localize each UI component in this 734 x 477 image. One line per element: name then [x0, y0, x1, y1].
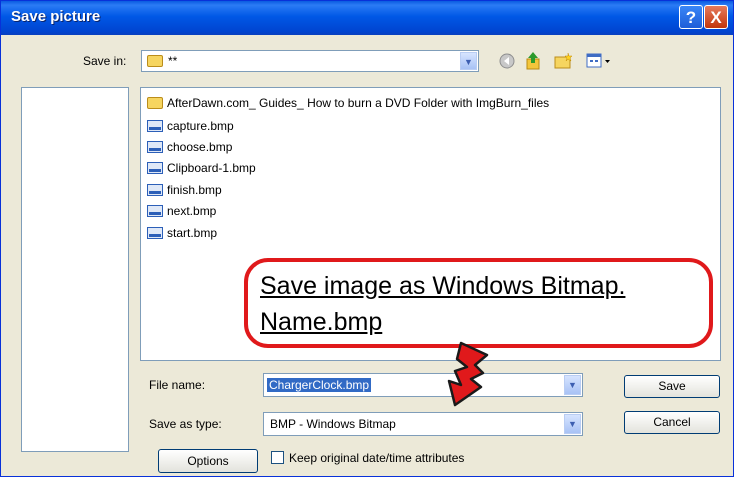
bmp-file-icon: [147, 205, 163, 217]
file-name: capture.bmp: [167, 119, 234, 133]
annotation-callout: Save image as Windows Bitmap. Name.bmp: [244, 258, 713, 348]
save-in-label: Save in:: [83, 54, 127, 68]
up-folder-icon[interactable]: [525, 51, 541, 71]
file-name-combo[interactable]: ChargerClock.bmp ▼: [263, 373, 583, 397]
list-item[interactable]: Clipboard-1.bmp: [147, 159, 256, 177]
file-name: AfterDawn.com_ Guides_ How to burn a DVD…: [167, 96, 550, 110]
bmp-file-icon: [147, 141, 163, 153]
folder-icon: [147, 97, 163, 109]
new-folder-icon[interactable]: [554, 52, 574, 70]
file-name: choose.bmp: [167, 140, 233, 154]
back-icon[interactable]: [499, 53, 515, 69]
file-name-dropdown-arrow[interactable]: ▼: [564, 375, 581, 395]
cancel-button[interactable]: Cancel: [624, 411, 720, 434]
bmp-file-icon: [147, 227, 163, 239]
annotation-line-2: Name.bmp: [260, 308, 383, 336]
save-in-combo[interactable]: ** ▼: [141, 50, 479, 72]
window-title: Save picture: [11, 8, 101, 25]
list-item[interactable]: AfterDawn.com_ Guides_ How to burn a DVD…: [147, 94, 549, 112]
list-item[interactable]: finish.bmp: [147, 181, 222, 199]
arrow-icon: [447, 341, 489, 407]
save-as-type-label: Save as type:: [149, 417, 222, 431]
file-name-input[interactable]: ChargerClock.bmp: [267, 378, 372, 392]
keep-attributes-checkbox[interactable]: [271, 451, 284, 464]
title-bar[interactable]: Save picture ? X: [1, 1, 733, 35]
list-item[interactable]: next.bmp: [147, 202, 216, 220]
view-menu-icon[interactable]: [586, 53, 612, 69]
close-button[interactable]: X: [704, 5, 728, 29]
list-item[interactable]: choose.bmp: [147, 138, 232, 156]
save-as-type-dropdown-arrow[interactable]: ▼: [564, 414, 581, 434]
bmp-file-icon: [147, 120, 163, 132]
folder-icon: [147, 55, 163, 67]
save-in-dropdown-arrow[interactable]: ▼: [460, 52, 477, 70]
options-button[interactable]: Options: [158, 449, 258, 473]
save-button[interactable]: Save: [624, 375, 720, 398]
help-button[interactable]: ?: [679, 5, 703, 29]
file-name-label: File name:: [149, 378, 206, 392]
file-name: start.bmp: [167, 226, 218, 240]
save-as-type-select[interactable]: BMP - Windows Bitmap ▼: [263, 412, 583, 436]
file-name: Clipboard-1.bmp: [167, 161, 256, 175]
bmp-file-icon: [147, 184, 163, 196]
save-as-type-value: BMP - Windows Bitmap: [270, 417, 396, 431]
annotation-line-1: Save image as Windows Bitmap.: [260, 272, 626, 300]
places-bar: [21, 87, 129, 452]
save-in-value: **: [168, 54, 178, 68]
keep-attributes-label: Keep original date/time attributes: [289, 451, 465, 465]
save-picture-dialog: Save picture ? X Save in: ** ▼ AfterDawn…: [0, 0, 734, 477]
list-item[interactable]: start.bmp: [147, 224, 217, 242]
bmp-file-icon: [147, 162, 163, 174]
list-item[interactable]: capture.bmp: [147, 117, 234, 135]
file-name: finish.bmp: [167, 183, 222, 197]
file-name: next.bmp: [167, 204, 217, 218]
